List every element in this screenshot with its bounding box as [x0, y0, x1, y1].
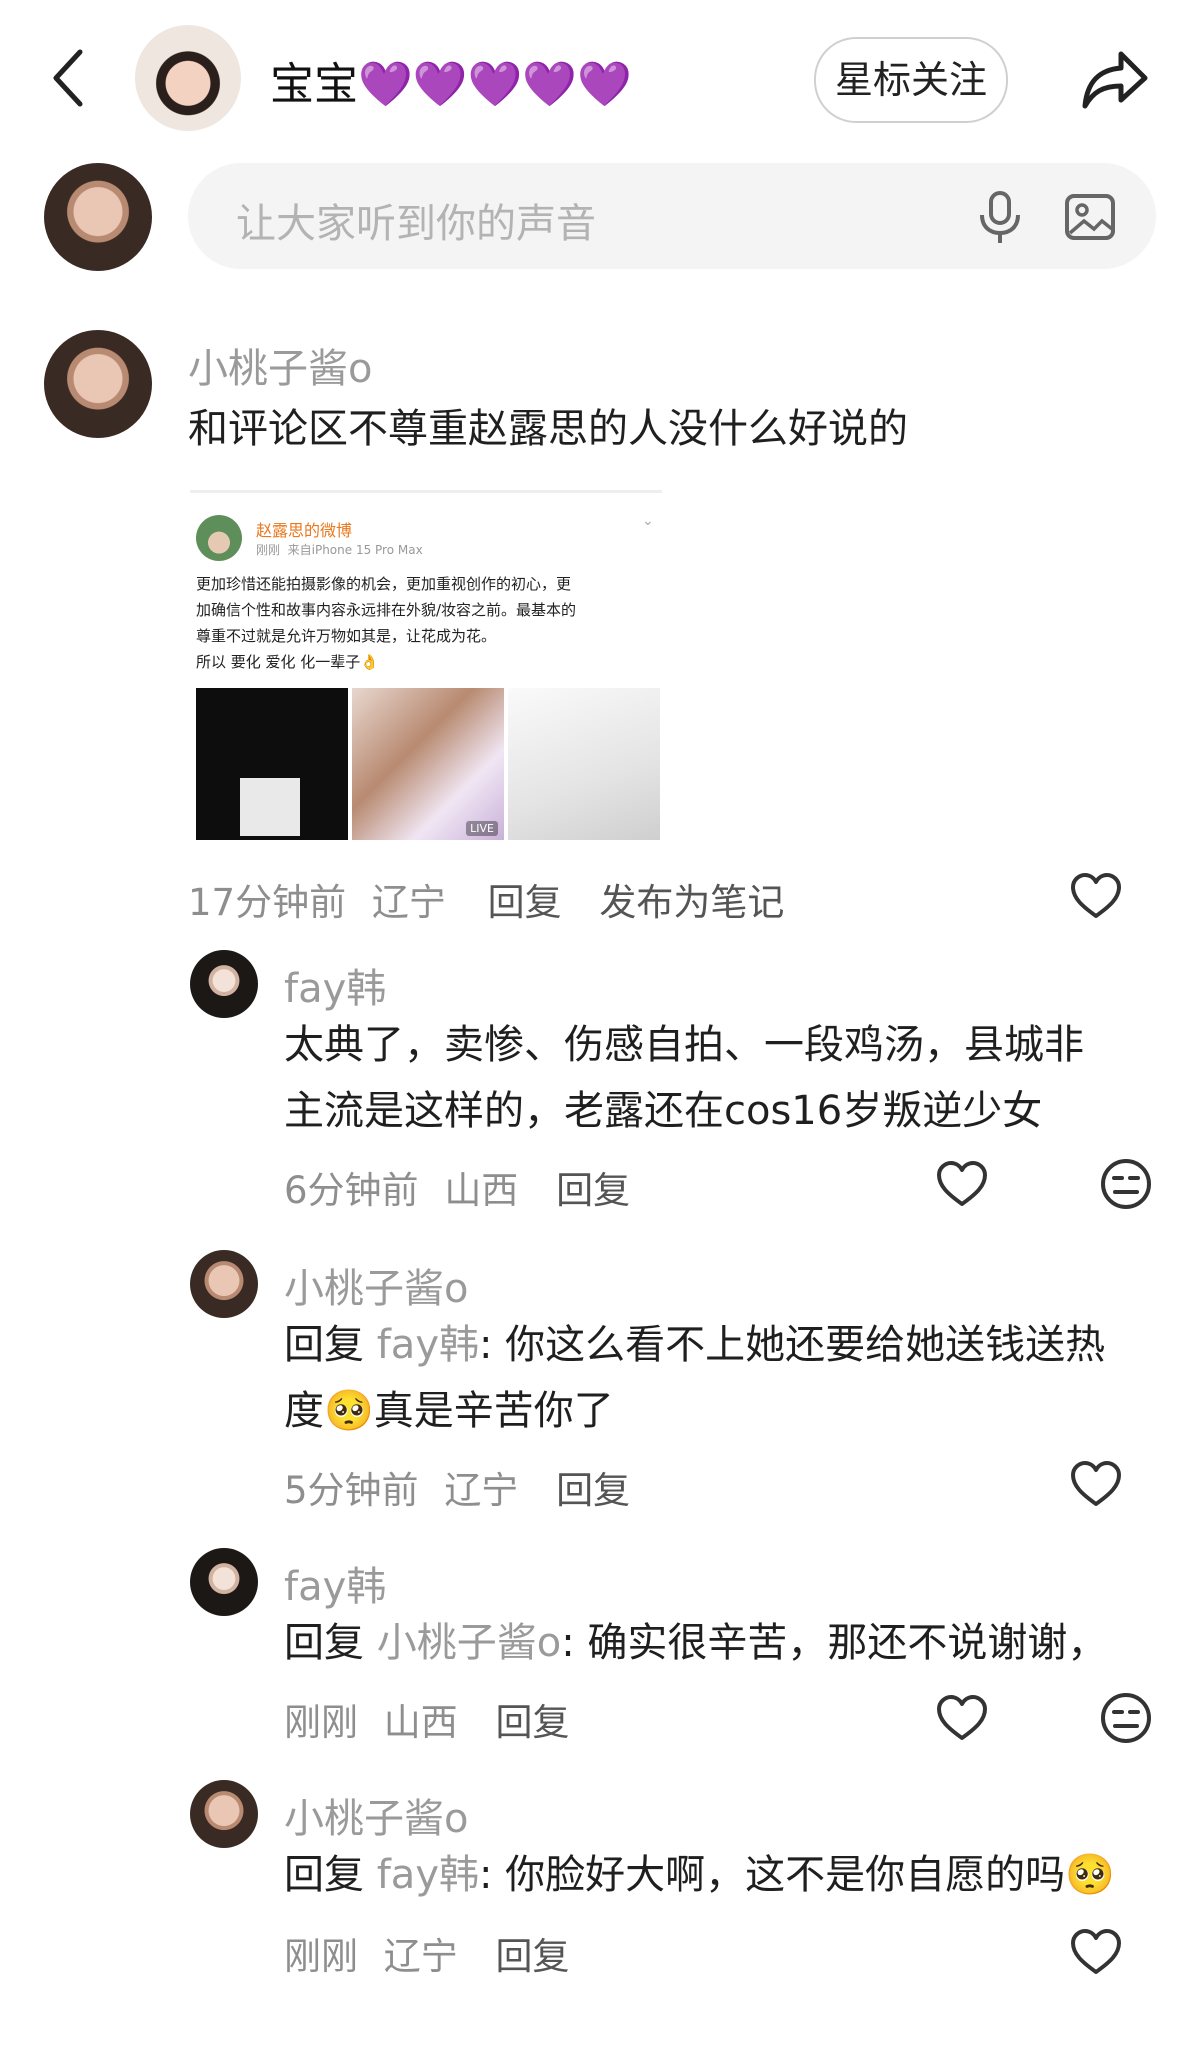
- reply-avatar[interactable]: [190, 1548, 258, 1616]
- header-title[interactable]: 宝宝💜💜💜💜💜: [270, 48, 632, 112]
- reply-like-button[interactable]: [1068, 1924, 1124, 1980]
- image-icon: [1065, 194, 1115, 240]
- comment-reply-button[interactable]: 回复: [488, 881, 562, 924]
- neutral-face-icon: [1101, 1693, 1151, 1743]
- my-avatar: [44, 163, 152, 271]
- reply-prefix: 回复: [284, 1322, 364, 1368]
- reply-button[interactable]: 回复: [496, 1701, 570, 1744]
- reply-dislike-button[interactable]: [1098, 1690, 1154, 1746]
- reply-like-button[interactable]: [1068, 1456, 1124, 1512]
- reply-text-line[interactable]: 太典了，卖惨、伤感自拍、一段鸡汤，县城非: [284, 1012, 1084, 1078]
- reply-author[interactable]: 小桃子酱o: [284, 1256, 468, 1314]
- reply-text-line[interactable]: 主流是这样的，老露还在cos16岁叛逆少女: [284, 1078, 1042, 1144]
- reply-target-user[interactable]: fay韩: [377, 1852, 479, 1898]
- reply-time: 5分钟前: [284, 1469, 419, 1512]
- reply-location: 山西: [444, 1169, 519, 1212]
- chevron-left-icon: [53, 49, 83, 107]
- weibo-text-3: 尊重不过就是允许万物如其是，让花成为花。: [196, 627, 497, 645]
- reply-meta: 5分钟前 辽宁 回复: [284, 1460, 630, 1514]
- header-avatar[interactable]: [135, 25, 241, 131]
- reply-avatar[interactable]: [190, 1250, 258, 1318]
- comment-time: 17分钟前: [188, 881, 347, 924]
- neutral-face-icon: [1101, 1159, 1151, 1209]
- reply-time: 刚刚: [284, 1701, 358, 1744]
- weibo-photo-3: [508, 688, 660, 840]
- heart-outline-icon: [1071, 873, 1121, 918]
- weibo-expand-icon: ⌄: [642, 513, 654, 529]
- comment-image[interactable]: 赵露思的微博 刚刚 来自iPhone 15 Pro Max ⌄ 更加珍惜还能拍摄…: [190, 490, 662, 843]
- reply-text: : 你脸好大啊，这不是你自愿的吗🥺: [478, 1852, 1115, 1898]
- weibo-text-4: 所以 要化 爱化 化一辈子👌: [196, 653, 379, 671]
- weibo-text-1: 更加珍惜还能拍摄影像的机会，更加重视创作的初心，更: [196, 575, 572, 593]
- reply-text-line[interactable]: 回复 fay韩: 你脸好大啊，这不是你自愿的吗🥺: [284, 1842, 1115, 1908]
- reply-button[interactable]: 回复: [496, 1935, 570, 1978]
- image-button[interactable]: [1062, 189, 1118, 245]
- heart-outline-icon: [937, 1695, 987, 1740]
- reply-avatar[interactable]: [190, 950, 258, 1018]
- reply-text-line[interactable]: 回复 小桃子酱o: 确实很辛苦，那还不说谢谢，: [284, 1610, 1107, 1676]
- weibo-photo-2: LIVE: [352, 688, 504, 840]
- weibo-live-badge: LIVE: [466, 821, 498, 836]
- reply-text-line[interactable]: 度🥺真是辛苦你了: [284, 1378, 614, 1444]
- heart-outline-icon: [1071, 1461, 1121, 1506]
- follow-button[interactable]: 星标关注: [814, 37, 1008, 123]
- share-button[interactable]: [1075, 40, 1155, 120]
- reply-author[interactable]: 小桃子酱o: [284, 1786, 468, 1844]
- back-button[interactable]: [40, 38, 100, 118]
- weibo-photo-1: [196, 688, 348, 840]
- heart-outline-icon: [937, 1161, 987, 1206]
- comment-meta: 17分钟前 辽宁 回复 发布为笔记: [188, 872, 784, 926]
- mic-button[interactable]: [970, 187, 1030, 247]
- reply-author[interactable]: fay韩: [284, 956, 386, 1014]
- reply-time: 6分钟前: [284, 1169, 419, 1212]
- reply-text: : 确实很辛苦，那还不说谢谢，: [561, 1620, 1108, 1666]
- reply-target-user[interactable]: fay韩: [377, 1322, 479, 1368]
- reply-avatar[interactable]: [190, 1780, 258, 1848]
- reply-text: : 你这么看不上她还要给她送钱送热: [478, 1322, 1106, 1368]
- comment-location: 辽宁: [371, 881, 446, 924]
- weibo-photo-1-card: [240, 778, 300, 836]
- reply-author[interactable]: fay韩: [284, 1554, 386, 1612]
- reply-like-button[interactable]: [934, 1690, 990, 1746]
- comment-text[interactable]: 和评论区不尊重赵露思的人没什么好说的: [188, 396, 908, 462]
- reply-location: 辽宁: [383, 1935, 458, 1978]
- reply-button[interactable]: 回复: [556, 1469, 630, 1512]
- header: 宝宝💜💜💜💜💜 星标关注: [0, 0, 1201, 150]
- comment-author[interactable]: 小桃子酱o: [188, 336, 372, 394]
- weibo-meta: 刚刚 来自iPhone 15 Pro Max: [256, 543, 423, 557]
- comment-placeholder: 让大家听到你的声音: [236, 201, 596, 247]
- reply-dislike-button[interactable]: [1098, 1156, 1154, 1212]
- reply-meta: 刚刚 山西 回复: [284, 1692, 570, 1746]
- microphone-icon: [980, 191, 1020, 243]
- weibo-text-2: 加确信个性和故事内容永远排在外貌/妆容之前。最基本的: [196, 601, 577, 619]
- reply-prefix: 回复: [284, 1620, 364, 1666]
- reply-location: 辽宁: [444, 1469, 519, 1512]
- reply-time: 刚刚: [284, 1935, 358, 1978]
- comment-input[interactable]: 让大家听到你的声音: [188, 163, 1156, 269]
- reply-like-button[interactable]: [934, 1156, 990, 1212]
- publish-as-note-button[interactable]: 发布为笔记: [599, 881, 784, 924]
- share-arrow-icon: [1082, 51, 1148, 109]
- weibo-avatar: [196, 515, 242, 561]
- reply-button[interactable]: 回复: [556, 1169, 630, 1212]
- comment-like-button[interactable]: [1068, 868, 1124, 924]
- heart-outline-icon: [1071, 1929, 1121, 1974]
- weibo-name: 赵露思的微博: [256, 521, 353, 540]
- reply-prefix: 回复: [284, 1852, 364, 1898]
- comment-avatar[interactable]: [44, 330, 152, 438]
- reply-location: 山西: [383, 1701, 458, 1744]
- reply-text-line[interactable]: 回复 fay韩: 你这么看不上她还要给她送钱送热: [284, 1312, 1105, 1378]
- reply-meta: 6分钟前 山西 回复: [284, 1160, 630, 1214]
- reply-target-user[interactable]: 小桃子酱o: [377, 1620, 561, 1666]
- reply-meta: 刚刚 辽宁 回复: [284, 1926, 570, 1980]
